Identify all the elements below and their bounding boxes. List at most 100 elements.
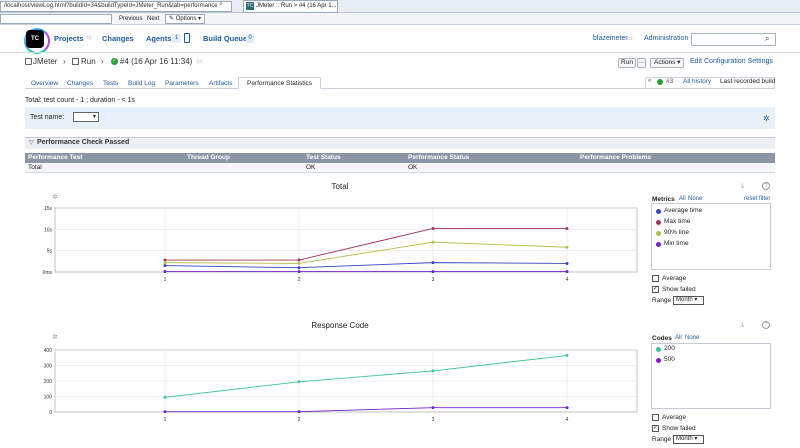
success-check-icon [657,79,663,85]
help-icon[interactable]: ? [762,182,770,190]
x-tick-label: 1 [164,417,167,423]
address-search-icon[interactable]: ⌕ [219,1,223,9]
breadcrumb-chevron-icon: › [101,57,104,66]
range-select[interactable]: Month ▾ [673,435,704,444]
edit-config-dropdown-icon[interactable]: ▭ [766,59,772,66]
nav-agents[interactable]: Agents [146,34,171,43]
average-checkbox[interactable] [652,414,659,421]
average-checkbox[interactable] [652,275,659,282]
user-menu[interactable]: blazemeter [593,35,628,42]
x-tick-label: 1 [164,277,167,283]
breadcrumb-build[interactable]: #4 (16 Apr 16 11:34) [120,57,192,66]
range-value: Month [676,297,693,303]
legend-dot [656,220,661,225]
legend-dot [656,242,661,247]
codes-legend [651,343,771,409]
y-tick-label: 10s [44,227,53,233]
codes-none-link[interactable]: None [685,335,699,341]
agents-count-badge[interactable]: 1 [172,34,181,43]
tab-tests[interactable]: Tests [100,78,121,89]
legend-label: Max time [664,218,691,225]
col-test-status: Test Status [306,154,341,161]
performance-check-header[interactable] [25,137,775,149]
previous-build-icon[interactable]: « [648,78,651,84]
nav-changes[interactable]: Changes [102,34,134,43]
nav-build-queue[interactable]: Build Queue [203,34,247,43]
metrics-all-link[interactable]: All [679,196,686,202]
search-input[interactable] [691,33,776,46]
collapse-chevron-icon[interactable]: ▽ [29,139,34,146]
tab-performance-statistics[interactable]: Performance Statistics [238,77,321,89]
find-options-button[interactable]: ✎ Options ▾ [165,14,206,24]
tab-parameters[interactable]: Parameters [162,78,202,89]
build-config-icon [72,58,79,65]
response-code-chart: 0 100 200 300 400 1 2 3 4 [44,348,638,423]
show-failed-checkbox[interactable]: ✓ [652,425,659,432]
y-tick-label: 15s [44,206,53,212]
tab-artifacts[interactable]: Artifacts [206,78,235,89]
data-point [297,380,301,384]
breadcrumb-config[interactable]: Run [81,57,96,66]
address-bar[interactable]: /localhost/viewLog.html?buildId=34&build… [0,1,232,12]
y-tick-label: 0 [49,410,52,416]
build-dropdown-icon[interactable]: ▭ [197,58,203,65]
download-icon[interactable]: ⤓ [741,321,744,329]
show-failed-label: Show failed [662,286,696,293]
show-failed-checkbox[interactable]: ✓ [652,286,659,293]
agents-icon[interactable] [184,33,190,43]
run-options-button[interactable]: ... [637,58,646,68]
x-tick-label: 3 [432,277,435,283]
data-point [297,261,301,265]
test-name-select[interactable]: ▾ [73,112,99,122]
nav-projects[interactable]: Projects [54,34,84,43]
x-tick-label: 4 [566,417,569,423]
cell-test: Total [28,164,42,171]
data-point [431,261,435,265]
administration-link[interactable]: Administration [644,35,688,42]
data-point [297,410,301,414]
edit-configuration-link[interactable]: Edit Configuration Settings [690,58,773,65]
data-point [565,245,569,249]
teamcity-tab-icon: TC [246,2,254,10]
tab-build-log[interactable]: Build Log [125,78,158,89]
find-previous-button[interactable]: Previous [116,13,145,25]
find-next-button[interactable]: Next [144,13,162,25]
reset-filter-link[interactable]: reset filter [744,196,770,202]
tab-changes[interactable]: Changes [64,78,96,89]
test-name-label: Test name: [30,114,65,121]
range-select[interactable]: Month ▾ [673,296,704,305]
run-button[interactable]: Run [618,58,636,68]
breadcrumb-project[interactable]: JMeter [33,57,57,66]
range-label: Range [652,436,672,443]
actions-button[interactable]: Actions ▾ [650,58,684,68]
legend-dot [656,347,661,352]
previous-build-link[interactable]: #3 [666,78,673,85]
download-icon[interactable]: ⤓ [741,182,744,190]
range-label: Range [652,297,672,304]
all-history-link[interactable]: All history [683,78,711,85]
codes-all-link[interactable]: All [675,335,682,341]
find-input[interactable] [0,14,112,24]
cell-performance-status: OK [408,164,418,171]
data-point [431,369,435,373]
average-label: Average [662,275,687,282]
data-point [431,240,435,244]
queue-count-badge[interactable]: 0 [246,34,254,43]
data-point [431,226,435,230]
y-tick-label: 5s [47,249,53,255]
data-point [297,270,301,274]
browser-tab-active[interactable]: JMeter :: Run > #4 (16 Apr 1... [243,0,338,13]
help-icon[interactable]: ? [762,321,770,329]
legend-dot [656,231,661,236]
search-icon[interactable]: ⌕ [765,34,769,44]
col-performance-test: Performance Test [28,154,83,161]
metrics-none-link[interactable]: None [688,196,702,202]
tab-overview[interactable]: Overview [28,78,61,89]
plot-area [54,207,638,273]
projects-dropdown-icon[interactable]: ▭ [86,34,92,41]
x-tick-label: 4 [566,277,569,283]
settings-gear-icon[interactable]: ✲ [763,114,770,123]
teamcity-logo[interactable]: TC [24,28,50,54]
data-point [431,406,435,410]
user-dropdown-icon[interactable]: ▭ [627,35,633,42]
